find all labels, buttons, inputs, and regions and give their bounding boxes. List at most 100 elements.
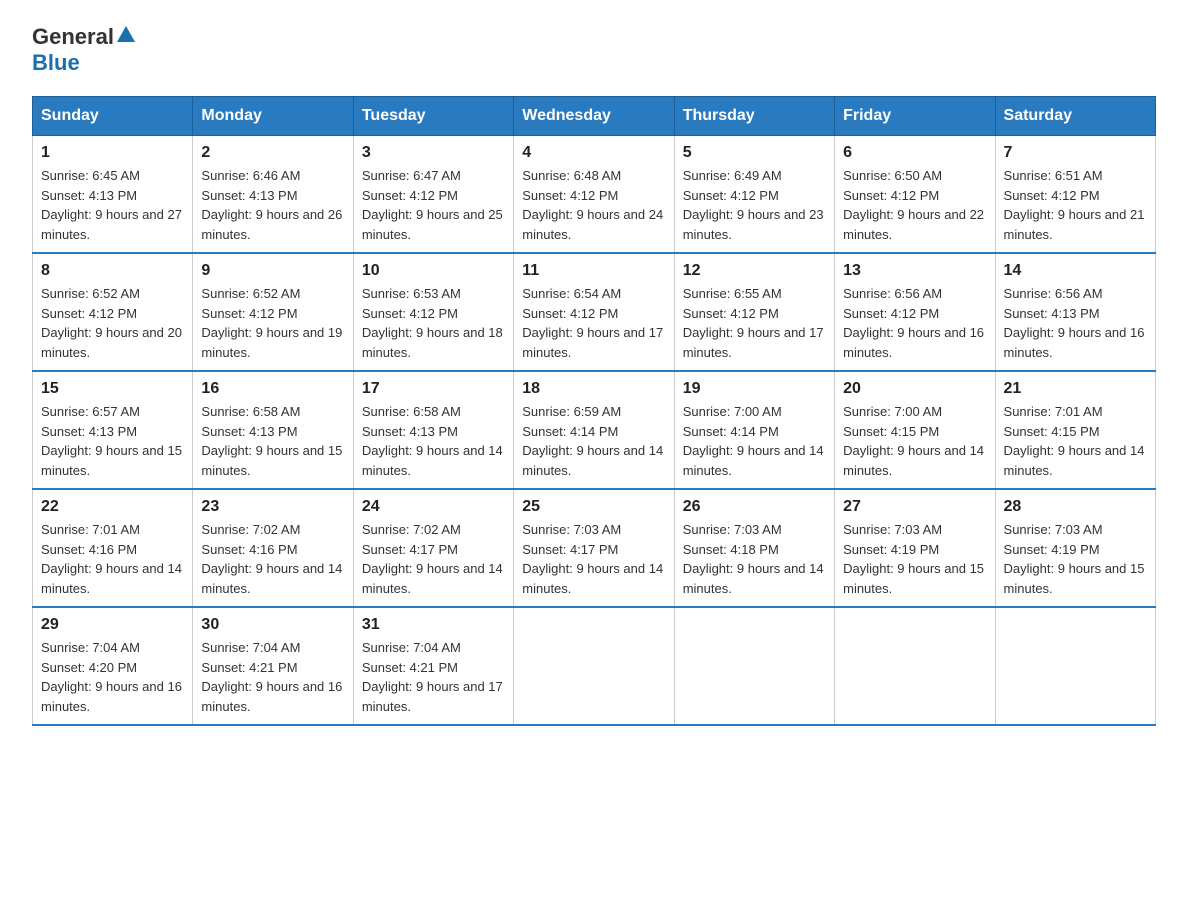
day-number: 18 [522,380,665,398]
day-info: Sunrise: 6:54 AM Sunset: 4:12 PM Dayligh… [522,284,665,362]
day-info: Sunrise: 7:01 AM Sunset: 4:15 PM Dayligh… [1004,402,1147,480]
daylight-label: Daylight: 9 hours and 14 minutes. [843,443,984,478]
day-number: 22 [41,498,184,516]
calendar-cell: 17 Sunrise: 6:58 AM Sunset: 4:13 PM Dayl… [353,371,513,489]
calendar-cell: 1 Sunrise: 6:45 AM Sunset: 4:13 PM Dayli… [33,136,193,254]
daylight-label: Daylight: 9 hours and 14 minutes. [362,561,503,596]
day-info: Sunrise: 6:46 AM Sunset: 4:13 PM Dayligh… [201,166,344,244]
daylight-label: Daylight: 9 hours and 16 minutes. [41,679,182,714]
day-info: Sunrise: 6:59 AM Sunset: 4:14 PM Dayligh… [522,402,665,480]
day-info: Sunrise: 6:52 AM Sunset: 4:12 PM Dayligh… [201,284,344,362]
calendar-cell: 23 Sunrise: 7:02 AM Sunset: 4:16 PM Dayl… [193,489,353,607]
daylight-label: Daylight: 9 hours and 17 minutes. [362,679,503,714]
calendar-cell [514,607,674,725]
sunset-label: Sunset: 4:20 PM [41,660,137,675]
calendar-cell: 26 Sunrise: 7:03 AM Sunset: 4:18 PM Dayl… [674,489,834,607]
daylight-label: Daylight: 9 hours and 15 minutes. [1004,561,1145,596]
sunrise-label: Sunrise: 6:59 AM [522,404,621,419]
sunrise-label: Sunrise: 7:04 AM [41,640,140,655]
calendar-cell [995,607,1155,725]
sunset-label: Sunset: 4:16 PM [41,542,137,557]
day-number: 21 [1004,380,1147,398]
day-number: 13 [843,262,986,280]
day-info: Sunrise: 6:53 AM Sunset: 4:12 PM Dayligh… [362,284,505,362]
calendar-cell: 7 Sunrise: 6:51 AM Sunset: 4:12 PM Dayli… [995,136,1155,254]
day-number: 24 [362,498,505,516]
calendar-cell: 27 Sunrise: 7:03 AM Sunset: 4:19 PM Dayl… [835,489,995,607]
calendar-week-row: 15 Sunrise: 6:57 AM Sunset: 4:13 PM Dayl… [33,371,1156,489]
sunrise-label: Sunrise: 6:54 AM [522,286,621,301]
day-number: 29 [41,616,184,634]
calendar-header-row: SundayMondayTuesdayWednesdayThursdayFrid… [33,97,1156,136]
sunrise-label: Sunrise: 7:03 AM [522,522,621,537]
day-number: 31 [362,616,505,634]
sunset-label: Sunset: 4:19 PM [1004,542,1100,557]
day-info: Sunrise: 7:03 AM Sunset: 4:18 PM Dayligh… [683,520,826,598]
day-number: 20 [843,380,986,398]
logo: General Blue [32,24,135,76]
day-info: Sunrise: 7:03 AM Sunset: 4:19 PM Dayligh… [1004,520,1147,598]
sunrise-label: Sunrise: 6:49 AM [683,168,782,183]
sunset-label: Sunset: 4:13 PM [362,424,458,439]
sunrise-label: Sunrise: 6:53 AM [362,286,461,301]
sunrise-label: Sunrise: 7:03 AM [683,522,782,537]
sunset-label: Sunset: 4:14 PM [683,424,779,439]
day-info: Sunrise: 7:02 AM Sunset: 4:16 PM Dayligh… [201,520,344,598]
sunset-label: Sunset: 4:18 PM [683,542,779,557]
day-info: Sunrise: 7:03 AM Sunset: 4:19 PM Dayligh… [843,520,986,598]
calendar-cell: 18 Sunrise: 6:59 AM Sunset: 4:14 PM Dayl… [514,371,674,489]
day-info: Sunrise: 6:51 AM Sunset: 4:12 PM Dayligh… [1004,166,1147,244]
calendar-cell: 9 Sunrise: 6:52 AM Sunset: 4:12 PM Dayli… [193,253,353,371]
calendar-cell: 22 Sunrise: 7:01 AM Sunset: 4:16 PM Dayl… [33,489,193,607]
sunset-label: Sunset: 4:21 PM [201,660,297,675]
sunset-label: Sunset: 4:14 PM [522,424,618,439]
day-info: Sunrise: 6:49 AM Sunset: 4:12 PM Dayligh… [683,166,826,244]
calendar-cell: 2 Sunrise: 6:46 AM Sunset: 4:13 PM Dayli… [193,136,353,254]
calendar-cell: 15 Sunrise: 6:57 AM Sunset: 4:13 PM Dayl… [33,371,193,489]
sunset-label: Sunset: 4:15 PM [1004,424,1100,439]
sunset-label: Sunset: 4:13 PM [41,188,137,203]
sunset-label: Sunset: 4:21 PM [362,660,458,675]
day-info: Sunrise: 6:50 AM Sunset: 4:12 PM Dayligh… [843,166,986,244]
header-sunday: Sunday [33,97,193,136]
calendar-cell: 8 Sunrise: 6:52 AM Sunset: 4:12 PM Dayli… [33,253,193,371]
calendar-cell: 11 Sunrise: 6:54 AM Sunset: 4:12 PM Dayl… [514,253,674,371]
daylight-label: Daylight: 9 hours and 14 minutes. [362,443,503,478]
calendar-cell: 25 Sunrise: 7:03 AM Sunset: 4:17 PM Dayl… [514,489,674,607]
sunrise-label: Sunrise: 6:46 AM [201,168,300,183]
calendar-cell: 14 Sunrise: 6:56 AM Sunset: 4:13 PM Dayl… [995,253,1155,371]
day-info: Sunrise: 6:48 AM Sunset: 4:12 PM Dayligh… [522,166,665,244]
daylight-label: Daylight: 9 hours and 22 minutes. [843,207,984,242]
sunrise-label: Sunrise: 7:04 AM [201,640,300,655]
day-info: Sunrise: 7:04 AM Sunset: 4:20 PM Dayligh… [41,638,184,716]
calendar-cell: 3 Sunrise: 6:47 AM Sunset: 4:12 PM Dayli… [353,136,513,254]
calendar-cell: 20 Sunrise: 7:00 AM Sunset: 4:15 PM Dayl… [835,371,995,489]
daylight-label: Daylight: 9 hours and 18 minutes. [362,325,503,360]
logo-triangle-icon [117,26,135,42]
day-number: 2 [201,144,344,162]
calendar-cell [674,607,834,725]
day-info: Sunrise: 7:02 AM Sunset: 4:17 PM Dayligh… [362,520,505,598]
day-info: Sunrise: 6:57 AM Sunset: 4:13 PM Dayligh… [41,402,184,480]
day-number: 17 [362,380,505,398]
day-number: 7 [1004,144,1147,162]
calendar-week-row: 8 Sunrise: 6:52 AM Sunset: 4:12 PM Dayli… [33,253,1156,371]
daylight-label: Daylight: 9 hours and 15 minutes. [41,443,182,478]
calendar-cell: 4 Sunrise: 6:48 AM Sunset: 4:12 PM Dayli… [514,136,674,254]
sunset-label: Sunset: 4:12 PM [843,306,939,321]
day-number: 15 [41,380,184,398]
daylight-label: Daylight: 9 hours and 14 minutes. [522,561,663,596]
sunrise-label: Sunrise: 7:02 AM [362,522,461,537]
daylight-label: Daylight: 9 hours and 14 minutes. [201,561,342,596]
day-number: 4 [522,144,665,162]
day-number: 9 [201,262,344,280]
sunrise-label: Sunrise: 6:56 AM [843,286,942,301]
day-number: 30 [201,616,344,634]
sunset-label: Sunset: 4:17 PM [362,542,458,557]
sunrise-label: Sunrise: 7:00 AM [683,404,782,419]
daylight-label: Daylight: 9 hours and 20 minutes. [41,325,182,360]
sunrise-label: Sunrise: 6:55 AM [683,286,782,301]
daylight-label: Daylight: 9 hours and 14 minutes. [683,561,824,596]
day-info: Sunrise: 7:04 AM Sunset: 4:21 PM Dayligh… [362,638,505,716]
daylight-label: Daylight: 9 hours and 17 minutes. [683,325,824,360]
